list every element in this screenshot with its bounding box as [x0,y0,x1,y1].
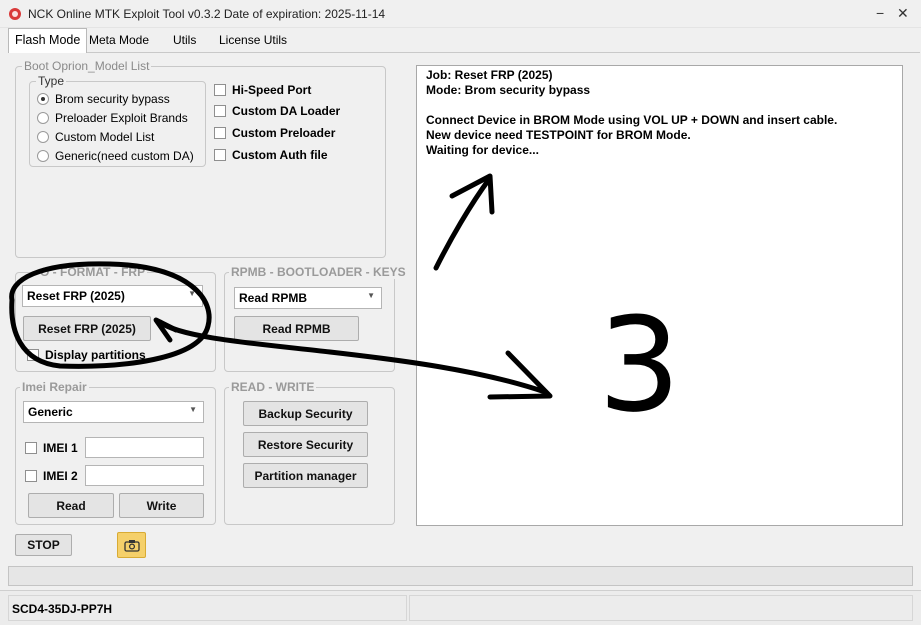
imei-repair-group-label: Imei Repair [20,380,89,394]
check-imei-2[interactable]: IMEI 2 [25,468,78,484]
backup-security-button[interactable]: Backup Security [243,401,368,426]
imei-repair-select[interactable]: Generic ▼ [23,401,204,423]
checkbox-label: Custom Auth file [232,148,328,162]
status-serial: SCD4-35DJ-PP7H [8,595,407,621]
chevron-down-icon[interactable]: ▼ [367,291,375,300]
tab-license-utils[interactable]: License Utils [213,30,293,52]
checkbox-box[interactable] [214,84,226,96]
checkbox-box[interactable] [27,349,39,361]
imei-2-label: IMEI 2 [43,469,78,483]
radio-label: Generic(need custom DA) [55,149,194,163]
radio-generic-custom-da[interactable]: Generic(need custom DA) [37,148,194,164]
boot-option-group-label: Boot Oprion_Model List [22,59,152,73]
rpmb-select-value: Read RPMB [239,291,308,305]
tab-utils[interactable]: Utils [167,30,202,52]
window-title: NCK Online MTK Exploit Tool v0.3.2 Date … [28,7,386,21]
checkbox-box[interactable] [25,442,37,454]
radio-indicator[interactable] [37,93,49,105]
imei-repair-select-value: Generic [28,405,73,419]
read-rpmb-button[interactable]: Read RPMB [234,316,359,341]
checkbox-label: Custom Preloader [232,126,336,140]
chevron-down-icon[interactable]: ▼ [188,289,196,298]
imei-2-field[interactable] [85,465,204,486]
partition-manager-button[interactable]: Partition manager [243,463,368,488]
radio-indicator[interactable] [37,131,49,143]
check-hi-speed-port[interactable]: Hi-Speed Port [214,82,311,98]
log-line: Connect Device in BROM Mode using VOL UP… [426,113,838,127]
radio-label: Preloader Exploit Brands [55,111,188,125]
log-output[interactable]: Job: Reset FRP (2025) Mode: Brom securit… [416,65,903,526]
write-button[interactable]: Write [119,493,204,518]
radio-indicator[interactable] [37,150,49,162]
chevron-down-icon[interactable]: ▼ [189,405,197,414]
imei-1-field[interactable] [85,437,204,458]
rpmb-group-label: RPMB - BOOTLOADER - KEYS [229,265,408,279]
radio-label: Custom Model List [55,130,155,144]
check-display-partitions[interactable]: Display partitions [27,347,146,363]
log-line: New device need TESTPOINT for BROM Mode. [426,128,691,142]
stop-button[interactable]: STOP [15,534,72,556]
app-logo-icon [9,8,21,20]
checkbox-box[interactable] [25,470,37,482]
check-custom-preloader[interactable]: Custom Preloader [214,125,335,141]
radio-label: Brom security bypass [55,92,170,106]
screenshot-button[interactable] [117,532,146,558]
reset-frp-button[interactable]: Reset FRP (2025) [23,316,151,341]
checkbox-box[interactable] [214,127,226,139]
radio-indicator[interactable] [37,112,49,124]
status-bar: SCD4-35DJ-PP7H [0,590,921,625]
read-write-group-label: READ - WRITE [229,380,317,394]
check-custom-auth-file[interactable]: Custom Auth file [214,147,328,163]
close-icon[interactable]: ✕ [897,5,909,21]
check-custom-da-loader[interactable]: Custom DA Loader [214,103,340,119]
log-line: Job: Reset FRP (2025) [426,68,553,82]
log-line: Mode: Brom security bypass [426,83,591,97]
check-imei-1[interactable]: IMEI 1 [25,440,78,456]
status-message [409,595,913,621]
radio-brom-security-bypass[interactable]: Brom security bypass [37,91,170,107]
format-frp-select[interactable]: Reset FRP (2025) ▼ [22,285,203,307]
imei-1-label: IMEI 1 [43,441,78,455]
read-button[interactable]: Read [28,493,114,518]
tab-flash-mode[interactable]: Flash Mode [8,28,88,53]
radio-preloader-exploit-brands[interactable]: Preloader Exploit Brands [37,110,188,126]
restore-security-button[interactable]: Restore Security [243,432,368,457]
type-group-label: Type [36,74,67,88]
checkbox-box[interactable] [214,149,226,161]
checkbox-label: Custom DA Loader [232,104,341,118]
tab-meta-mode[interactable]: Meta Mode [83,30,155,52]
checkbox-label: Display partitions [45,348,146,362]
camera-icon [123,539,140,552]
rpmb-select[interactable]: Read RPMB ▼ [234,287,382,309]
log-line: Waiting for device... [426,143,539,157]
progress-bar [8,566,913,586]
checkbox-label: Hi-Speed Port [232,83,312,97]
radio-custom-model-list[interactable]: Custom Model List [37,129,154,145]
title-bar: NCK Online MTK Exploit Tool v0.3.2 Date … [0,0,921,28]
minimize-icon[interactable]: − [876,5,884,21]
format-frp-select-value: Reset FRP (2025) [27,289,125,303]
format-frp-group-label: O - FORMAT - FRP [38,265,148,279]
checkbox-box[interactable] [214,105,226,117]
